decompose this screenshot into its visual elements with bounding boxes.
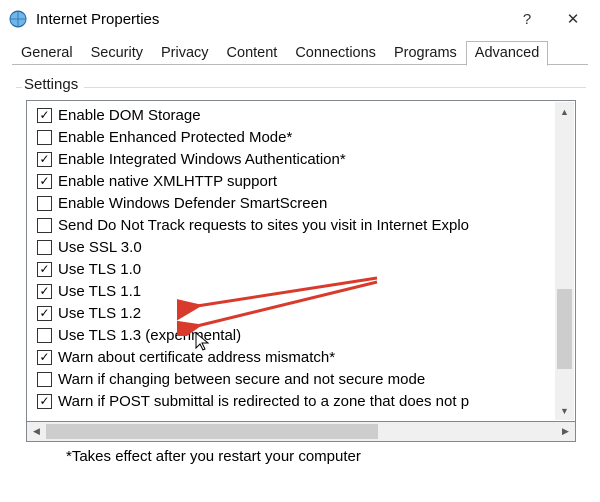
help-button[interactable]: ? — [504, 0, 550, 38]
list-item[interactable]: ✓ Use TLS 1.0 — [37, 258, 575, 280]
scroll-track[interactable] — [555, 121, 574, 401]
list-item[interactable]: Enable Windows Defender SmartScreen — [37, 192, 575, 214]
checkbox[interactable]: ✓ — [37, 174, 52, 189]
checkbox[interactable]: ✓ — [37, 350, 52, 365]
checkbox[interactable]: ✓ — [37, 152, 52, 167]
checkbox[interactable]: ✓ — [37, 284, 52, 299]
scroll-right-button[interactable]: ▶ — [556, 422, 575, 441]
tab-privacy[interactable]: Privacy — [152, 41, 218, 65]
list-item-label: Use TLS 1.3 (experimental) — [58, 327, 241, 344]
list-item[interactable]: ✓ Enable Integrated Windows Authenticatio… — [37, 148, 575, 170]
group-label: Settings — [22, 76, 84, 93]
list-item-label: Enable DOM Storage — [58, 107, 201, 124]
list-item-label: Use SSL 3.0 — [58, 239, 142, 256]
scroll-left-button[interactable]: ◀ — [27, 422, 46, 441]
hscroll-thumb[interactable] — [46, 424, 378, 439]
checkbox[interactable] — [37, 372, 52, 387]
titlebar: Internet Properties ? ✕ — [0, 0, 600, 38]
vertical-scrollbar[interactable]: ▲ ▼ — [555, 102, 574, 420]
checkbox[interactable] — [37, 240, 52, 255]
tab-content[interactable]: Content — [218, 41, 287, 65]
hscroll-track[interactable] — [46, 422, 556, 441]
chevron-up-icon: ▲ — [560, 107, 569, 117]
list-item-label: Send Do Not Track requests to sites you … — [58, 217, 469, 234]
scroll-thumb[interactable] — [557, 289, 572, 369]
checkbox[interactable] — [37, 130, 52, 145]
settings-list-wrap: ✓ Enable DOM Storage Enable Enhanced Prote… — [26, 100, 576, 442]
scroll-up-button[interactable]: ▲ — [555, 102, 574, 121]
tab-security[interactable]: Security — [82, 41, 152, 65]
checkbox[interactable] — [37, 328, 52, 343]
list-item[interactable]: Warn if changing between secure and not … — [37, 368, 575, 390]
list-item-label: Use TLS 1.1 — [58, 283, 141, 300]
scroll-down-button[interactable]: ▼ — [555, 401, 574, 420]
checkbox[interactable] — [37, 218, 52, 233]
tab-programs[interactable]: Programs — [385, 41, 466, 65]
list-item[interactable]: Enable Enhanced Protected Mode* — [37, 126, 575, 148]
settings-listbox[interactable]: ✓ Enable DOM Storage Enable Enhanced Prote… — [26, 100, 576, 422]
restart-note: *Takes effect after you restart your com… — [66, 448, 576, 465]
list-item[interactable]: ✓ Enable DOM Storage — [37, 104, 575, 126]
list-item[interactable]: ✓ Enable native XMLHTTP support — [37, 170, 575, 192]
list-item[interactable]: ✓ Warn if POST submittal is redirected to… — [37, 390, 575, 412]
tab-general[interactable]: General — [12, 41, 82, 65]
list-item[interactable]: Use TLS 1.3 (experimental) — [37, 324, 575, 346]
chevron-left-icon: ◀ — [33, 426, 40, 437]
horizontal-scrollbar[interactable]: ◀ ▶ — [26, 422, 576, 442]
list-item-label: Warn about certificate address mismatch* — [58, 349, 335, 366]
settings-items: ✓ Enable DOM Storage Enable Enhanced Prote… — [27, 101, 575, 412]
checkbox[interactable]: ✓ — [37, 262, 52, 277]
settings-group: Settings ✓Enable DOM StorageEnable Enhan… — [16, 87, 586, 475]
checkbox[interactable]: ✓ — [37, 108, 52, 123]
tabstrip: General Security Privacy Content Connect… — [0, 38, 600, 65]
list-item[interactable]: Send Do Not Track requests to sites you … — [37, 214, 575, 236]
close-icon: ✕ — [567, 10, 580, 28]
list-item-label: Warn if POST submittal is redirected to … — [58, 393, 469, 410]
globe-icon — [8, 9, 28, 29]
list-item[interactable]: ✓ Use TLS 1.2 — [37, 302, 575, 324]
checkbox[interactable] — [37, 196, 52, 211]
internet-properties-window: Internet Properties ? ✕ General Security… — [0, 0, 600, 502]
list-item-label: Enable Windows Defender SmartScreen — [58, 195, 327, 212]
tab-advanced[interactable]: Advanced — [466, 41, 549, 66]
list-item-label: Warn if changing between secure and not … — [58, 371, 425, 388]
list-item-label: Use TLS 1.2 — [58, 305, 141, 322]
tab-body: Settings ✓ Enable DOM Storage Enable Enhan… — [0, 65, 600, 502]
list-item-label: Enable Integrated Windows Authentication… — [58, 151, 346, 168]
list-item[interactable]: ✓ Warn about certificate address mismatch… — [37, 346, 575, 368]
list-item-label: Enable native XMLHTTP support — [58, 173, 277, 190]
chevron-right-icon: ▶ — [562, 426, 569, 437]
tab-connections[interactable]: Connections — [286, 41, 385, 65]
list-item[interactable]: Use SSL 3.0 — [37, 236, 575, 258]
chevron-down-icon: ▼ — [560, 406, 569, 416]
window-title: Internet Properties — [36, 11, 504, 28]
list-item[interactable]: ✓ Use TLS 1.1 — [37, 280, 575, 302]
checkbox[interactable]: ✓ — [37, 394, 52, 409]
list-item-label: Enable Enhanced Protected Mode* — [58, 129, 292, 146]
close-button[interactable]: ✕ — [550, 0, 596, 38]
checkbox[interactable]: ✓ — [37, 306, 52, 321]
list-item-label: Use TLS 1.0 — [58, 261, 141, 278]
